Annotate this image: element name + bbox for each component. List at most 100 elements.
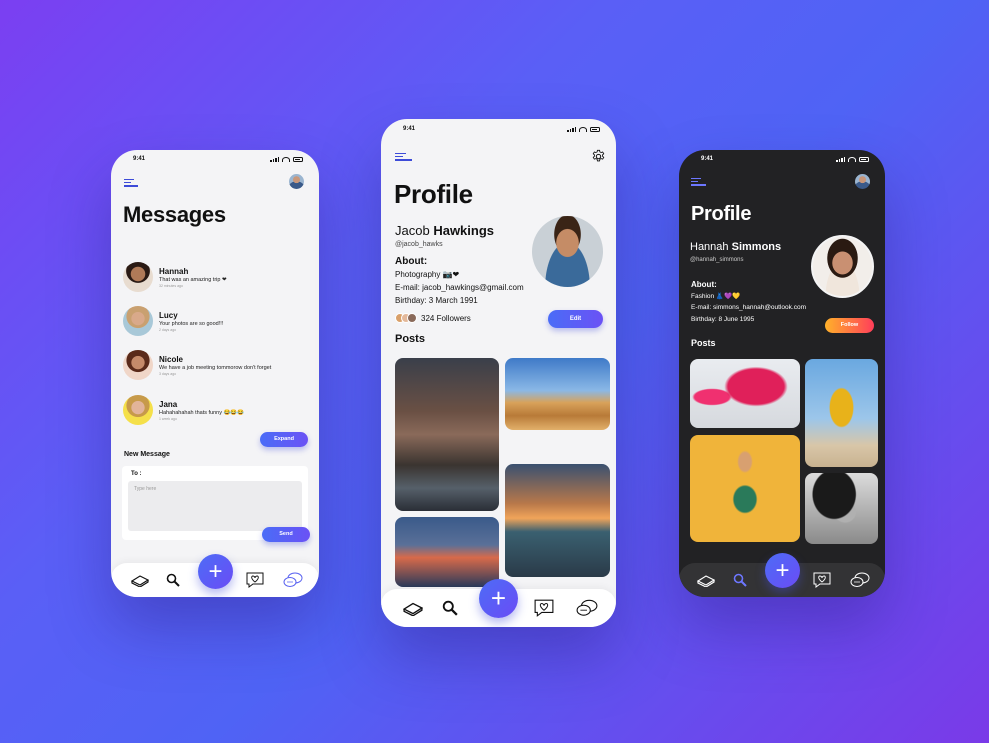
profile-name: Jacob Hawkings	[395, 223, 494, 238]
post-image-hat-portrait[interactable]	[805, 473, 878, 544]
chat-bubbles-icon[interactable]	[576, 599, 598, 617]
about-birthday: Birthday: 8 June 1995	[691, 316, 755, 323]
avatar	[123, 395, 153, 425]
about-birthday: Birthday: 3 March 1991	[395, 296, 478, 305]
message-time: 32 minutes ago	[159, 283, 183, 288]
followers-row[interactable]: 324 Followers	[395, 313, 471, 323]
plus-icon: +	[208, 557, 223, 585]
chat-bubbles-icon[interactable]	[850, 572, 870, 588]
add-button[interactable]: +	[765, 553, 800, 588]
plus-icon: +	[775, 556, 790, 584]
to-label: To :	[131, 471, 142, 477]
post-image-yellow-outfit[interactable]	[805, 359, 878, 467]
edit-button[interactable]: Edit	[548, 310, 603, 328]
send-button[interactable]: Send	[262, 527, 310, 542]
status-bar: 9:41	[381, 126, 616, 138]
about-label: About:	[691, 280, 717, 289]
search-icon[interactable]	[166, 573, 180, 587]
last-name: Hawkings	[433, 223, 495, 238]
post-image-desert[interactable]	[505, 358, 610, 430]
message-sender: Nicole	[159, 354, 184, 364]
wifi-icon	[282, 156, 290, 162]
add-button[interactable]: +	[479, 579, 518, 618]
battery-icon	[293, 156, 303, 162]
heart-chat-icon[interactable]	[534, 599, 554, 617]
menu-icon[interactable]	[691, 178, 706, 186]
status-time: 9:41	[701, 156, 714, 162]
status-bar: 9:41	[679, 156, 885, 168]
avatar	[123, 350, 153, 380]
first-name: Hannah	[690, 241, 729, 253]
post-image-hand-sunset[interactable]	[505, 464, 610, 577]
input-placeholder: Type here	[134, 486, 157, 492]
book-icon[interactable]	[697, 573, 715, 587]
avatar	[123, 262, 153, 292]
post-image-street[interactable]	[395, 358, 499, 511]
about-interest: Fashion 👗💜💛	[691, 293, 741, 300]
post-image-green-dress[interactable]	[690, 435, 800, 542]
search-icon[interactable]	[733, 573, 747, 587]
profile-dark-phone: 9:41 Profile Hannah Simmons @hannah_simm…	[679, 150, 885, 597]
profile-avatar	[532, 216, 603, 287]
message-preview: Your photos are so good!!!	[159, 320, 224, 327]
plus-icon: +	[490, 583, 507, 613]
page-title: Profile	[691, 203, 752, 225]
post-image-sky[interactable]	[395, 517, 499, 587]
last-name: Simmons	[731, 241, 782, 253]
add-button[interactable]: +	[198, 554, 233, 589]
wifi-icon	[579, 126, 587, 132]
battery-icon	[859, 156, 869, 162]
chat-bubbles-icon[interactable]	[283, 572, 303, 588]
profile-name: Hannah Simmons	[690, 241, 781, 253]
about-email: E-mail: jacob_hawkings@gmail.com	[395, 283, 524, 292]
message-sender: Jana	[159, 399, 178, 409]
status-time: 9:41	[133, 156, 146, 162]
about-email: E-mail: simmons_hannah@outlook.com	[691, 304, 806, 311]
message-time: 1 week ago	[159, 416, 177, 421]
signal-icon	[270, 156, 279, 162]
book-icon[interactable]	[403, 600, 423, 616]
page-title: Profile	[394, 179, 473, 209]
profile-avatar	[811, 235, 874, 298]
message-item[interactable]: Nicole We have a job meeting tommorow do…	[123, 350, 271, 380]
user-avatar[interactable]	[855, 174, 870, 189]
message-item[interactable]: Jana Hahahahahah thats funny 😂😂😂 1 week …	[123, 395, 244, 425]
settings-icon[interactable]	[591, 149, 606, 164]
message-sender: Lucy	[159, 310, 178, 320]
page-title: Messages	[123, 202, 226, 227]
message-sender: Hannah	[159, 266, 189, 276]
book-icon[interactable]	[131, 573, 149, 587]
status-bar: 9:41	[111, 156, 319, 168]
message-time: 3 days ago	[159, 371, 177, 376]
message-preview: Hahahahahah thats funny 😂😂😂	[159, 409, 245, 416]
new-message-label: New Message	[124, 451, 170, 458]
heart-chat-icon[interactable]	[246, 572, 264, 588]
signal-icon	[836, 156, 845, 162]
message-item[interactable]: Lucy Your photos are so good!!! 2 days a…	[123, 306, 223, 336]
avatar	[123, 306, 153, 336]
profile-handle: @hannah_simmons	[690, 257, 744, 263]
profile-handle: @jacob_hawks	[395, 241, 443, 248]
profile-phone: 9:41 Profile Jacob Hawkings @jacob_hawks…	[381, 119, 616, 627]
about-label: About:	[395, 256, 428, 267]
message-preview: That was an amazing trip ❤	[159, 276, 227, 283]
messages-phone: 9:41 Messages Hannah That was an amazing…	[111, 150, 319, 597]
wifi-icon	[848, 156, 856, 162]
signal-icon	[567, 126, 576, 132]
menu-icon[interactable]	[395, 153, 412, 161]
status-time: 9:41	[403, 126, 416, 132]
menu-icon[interactable]	[124, 179, 138, 187]
follow-button[interactable]: Follow	[825, 318, 874, 333]
battery-icon	[590, 126, 600, 132]
message-item[interactable]: Hannah That was an amazing trip ❤ 32 min…	[123, 262, 227, 292]
posts-label: Posts	[691, 338, 716, 348]
heart-chat-icon[interactable]	[813, 572, 831, 588]
message-input[interactable]: Type here	[128, 481, 302, 531]
search-icon[interactable]	[442, 600, 458, 616]
post-image-pink-dress[interactable]	[690, 359, 800, 428]
first-name: Jacob	[395, 223, 430, 238]
message-preview: We have a job meeting tommorow don't for…	[159, 364, 272, 371]
expand-button[interactable]: Expand	[260, 432, 308, 447]
posts-label: Posts	[395, 333, 425, 345]
user-avatar[interactable]	[289, 174, 304, 189]
